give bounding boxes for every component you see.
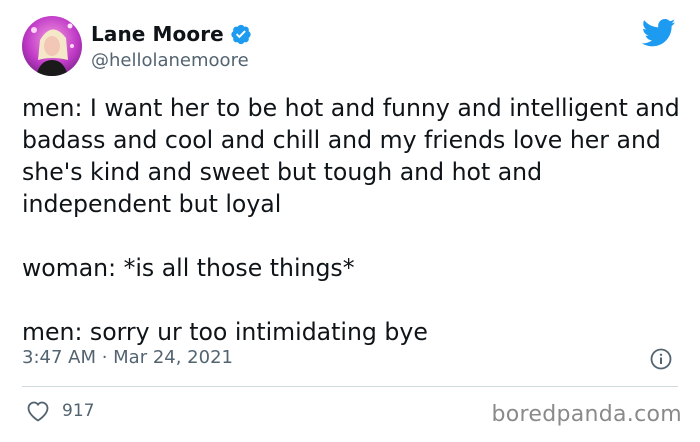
watermark: boredpanda.com — [491, 402, 682, 427]
heart-icon — [26, 400, 50, 422]
verified-badge-icon — [230, 23, 252, 45]
tweet-timestamp[interactable]: 3:47 AM · Mar 24, 2021 — [22, 347, 233, 368]
name-row: Lane Moore — [91, 22, 252, 46]
info-icon[interactable] — [650, 348, 672, 370]
like-count: 917 — [62, 401, 95, 421]
divider — [22, 386, 678, 387]
tweet-paragraph: men: sorry ur too intimidating bye — [22, 318, 428, 346]
twitter-bird-icon[interactable] — [641, 18, 676, 48]
user-handle[interactable]: @hellolanemoore — [91, 50, 249, 71]
tweet-paragraph: woman: *is all those things* — [22, 254, 355, 282]
display-name[interactable]: Lane Moore — [91, 22, 224, 46]
like-button[interactable]: 917 — [26, 400, 94, 422]
avatar-image — [22, 16, 82, 76]
tweet-text: men: I want her to be hot and funny and … — [22, 92, 686, 348]
tweet-paragraph: men: I want her to be hot and funny and … — [22, 94, 680, 218]
tweet-card: Lane Moore @hellolanemoore men: I want h… — [0, 0, 700, 442]
avatar[interactable] — [22, 16, 82, 76]
